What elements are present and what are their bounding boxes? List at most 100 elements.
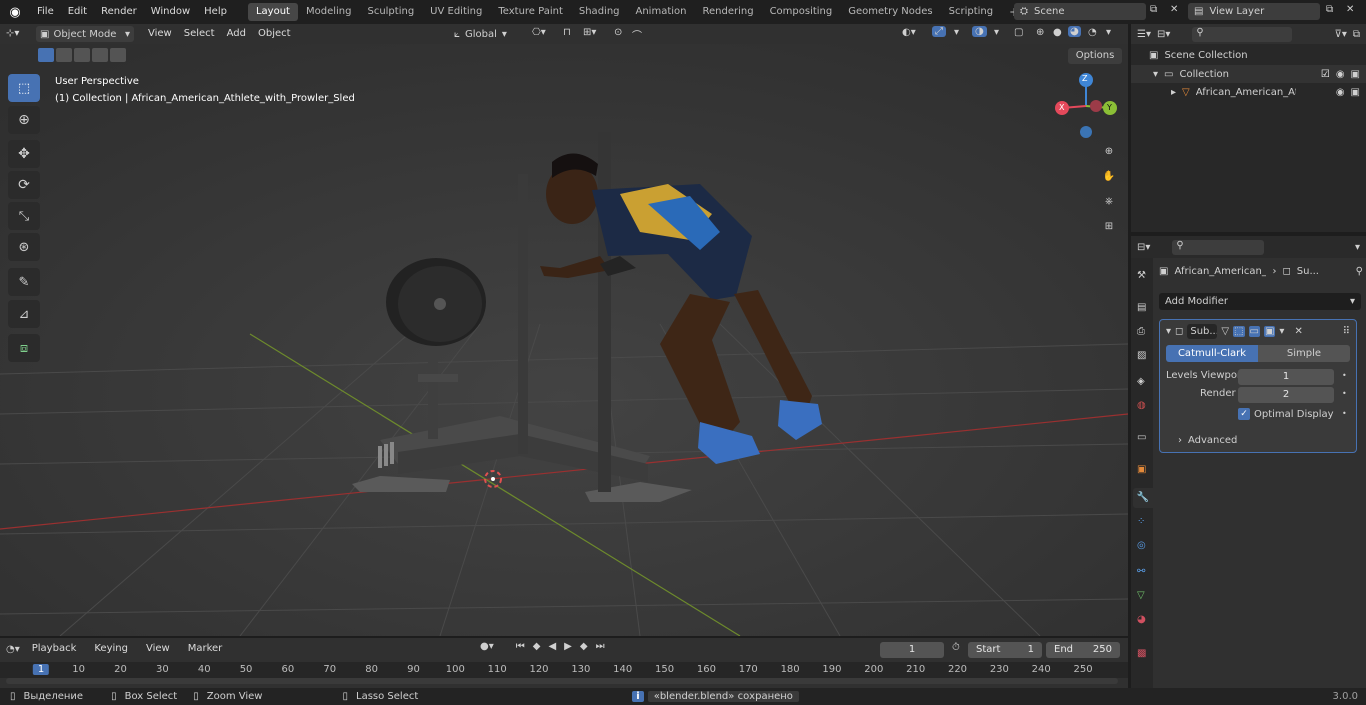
visibility-icon[interactable]: ◐▾ [902,27,916,38]
prev-keyframe-icon[interactable]: ◆ [533,641,541,652]
physics-tab-icon[interactable]: ◎ [1137,540,1146,551]
viewport-menu-object[interactable]: Object [252,26,297,42]
measure-tool[interactable]: ⊿ [8,300,40,328]
viewport-menu-select[interactable]: Select [178,26,221,42]
tab-uv-editing[interactable]: UV Editing [422,3,490,21]
tab-catmull-clark[interactable]: Catmull-Clark [1166,345,1258,362]
zoom-view-icon[interactable]: ⊕ [1098,140,1120,162]
viewport-menu-add[interactable]: Add [221,26,252,42]
texture-tab-icon[interactable]: ▩ [1137,648,1146,659]
gizmo-toggle-icon[interactable]: ⤢ [932,26,946,37]
render-icon[interactable]: ▣ [1263,326,1276,337]
constraints-tab-icon[interactable]: ⚯ [1137,566,1145,577]
select-invert-icon[interactable] [92,48,108,62]
tab-rendering[interactable]: Rendering [694,3,761,21]
outliner-row-scene[interactable]: ▣ Scene Collection [1149,50,1248,61]
pivot-icon[interactable]: ⎔▾ [532,27,546,38]
rendered-shading-icon[interactable]: ◔ [1088,27,1097,38]
keyframe-dot-icon[interactable]: • [1342,389,1347,398]
blender-logo-icon[interactable]: ◉ [0,5,30,20]
outliner-row-collection[interactable]: ▾ ▭ Collection ☑ ◉ ▣ [1131,65,1366,83]
output-tab-icon[interactable]: ⎙ [1137,326,1145,337]
timeline-menu-marker[interactable]: Marker [182,641,229,657]
view-layer-selector[interactable]: ▤ View Layer [1188,3,1320,20]
tab-scripting[interactable]: Scripting [941,3,1001,21]
exclude-checkbox-icon[interactable]: ☑ [1321,69,1330,80]
stopwatch-icon[interactable]: ⏱ [952,642,960,653]
new-view-layer-icon[interactable]: ⧉ [1326,4,1333,15]
menu-render[interactable]: Render [94,0,144,24]
visibility-eye-icon[interactable]: ◉ [1336,69,1345,80]
select-box-tool[interactable]: ⬚ [8,74,40,102]
chevron-down-icon[interactable]: ▾ [994,27,999,38]
tab-texture-paint[interactable]: Texture Paint [490,3,571,21]
jump-start-icon[interactable]: ⏮ [516,641,525,652]
next-keyframe-icon[interactable]: ◆ [580,641,588,652]
play-icon[interactable]: ▶ [564,641,572,652]
keyframe-dot-icon[interactable]: • [1342,371,1347,380]
close-icon[interactable]: ✕ [1294,326,1302,337]
tab-sculpting[interactable]: Sculpting [359,3,422,21]
tool-tab-icon[interactable]: ⚒ [1137,270,1146,281]
select-extend-icon[interactable] [56,48,72,62]
pin-icon[interactable]: ⚲ [1356,266,1363,277]
delete-scene-icon[interactable]: ✕ [1170,4,1186,20]
mode-selector[interactable]: ▣ Object Mode ▾ [36,26,134,42]
collapse-icon[interactable]: ▾ [1166,326,1171,337]
keyframe-dot-icon[interactable]: • [1342,409,1347,418]
wireframe-shading-icon[interactable]: ⊕ [1036,27,1044,38]
particles-tab-icon[interactable]: ⁘ [1137,516,1145,527]
chevron-down-icon[interactable]: ▾ [1355,242,1360,253]
edit-mode-icon[interactable]: ▽ [1221,326,1229,337]
delete-view-layer-icon[interactable]: ✕ [1346,4,1354,15]
data-tab-icon[interactable]: ▽ [1137,590,1145,601]
tab-animation[interactable]: Animation [628,3,695,21]
snap-icon[interactable]: ⊓ [563,27,571,38]
transform-tool[interactable]: ⊛ [8,233,40,261]
render-tab-icon[interactable]: ▤ [1137,302,1146,313]
timeline-menu-view[interactable]: View [140,641,176,657]
chevron-down-icon[interactable]: ▾ [1279,326,1284,337]
material-tab-icon[interactable]: ◕ [1137,614,1146,625]
timeline-editor-icon[interactable]: ◔▾ [6,644,20,655]
visibility-eye-icon[interactable]: ◉ [1336,87,1345,98]
pan-hand-icon[interactable]: ✋ [1098,165,1120,187]
menu-window[interactable]: Window [144,0,197,24]
snap-target-icon[interactable]: ⊞▾ [583,27,596,38]
outliner-search[interactable]: ⚲ [1192,26,1293,42]
editor-type-icon[interactable]: ⊹▾ [0,26,32,42]
xray-icon[interactable]: ▢ [1014,27,1023,38]
add-modifier-button[interactable]: Add Modifier ▾ [1159,293,1361,310]
options-button[interactable]: Options [1068,48,1122,64]
current-frame-field[interactable]: 1 [880,642,944,658]
annotate-tool[interactable]: ✎ [8,268,40,296]
timeline-menu-keying[interactable]: Keying [88,641,134,657]
timeline-scrollbar[interactable] [6,678,1118,684]
tab-compositing[interactable]: Compositing [762,3,841,21]
material-shading-icon[interactable]: ◕ [1068,26,1081,37]
rotate-tool[interactable]: ⟳ [8,171,40,199]
falloff-icon[interactable]: ⌒ [632,27,642,42]
world-tab-icon[interactable]: ◍ [1137,400,1146,411]
modifier-name-field[interactable]: Sub... [1187,324,1218,339]
start-frame-field[interactable]: Start 1 [968,642,1042,658]
scene-selector[interactable]: ⛭ Scene [1014,3,1146,20]
viewport-menu-view[interactable]: View [142,26,178,42]
solid-shading-icon[interactable]: ● [1053,27,1062,38]
outliner-row-object[interactable]: ▸ ▽ African_American_Athlet ◉ ▣ [1131,83,1366,101]
jump-end-icon[interactable]: ⏭ [596,641,605,652]
tab-layout[interactable]: Layout [247,3,298,21]
frame-ruler[interactable]: 1 10 20 30 40 50 60 70 80 90 100 110 120 130 140 150 160… [0,662,1128,678]
timeline-menu-playback[interactable]: Playback [26,641,83,657]
select-new-icon[interactable] [38,48,54,62]
scene-tab-icon[interactable]: ◈ [1137,376,1145,387]
add-cube-tool[interactable]: ⧈ [8,334,40,362]
modifier-tab-icon[interactable]: 🔧 [1133,488,1153,508]
tab-geometry-nodes[interactable]: Geometry Nodes [840,3,940,21]
render-levels-field[interactable]: 2 [1238,387,1334,403]
new-collection-icon[interactable]: ⧉ [1353,29,1360,40]
proportional-edit-icon[interactable]: ⊙ [614,27,622,38]
scale-tool[interactable]: ⤡ [8,202,40,230]
filter-icon[interactable]: ⊽▾ [1335,29,1347,40]
render-camera-icon[interactable]: ▣ [1351,69,1360,80]
